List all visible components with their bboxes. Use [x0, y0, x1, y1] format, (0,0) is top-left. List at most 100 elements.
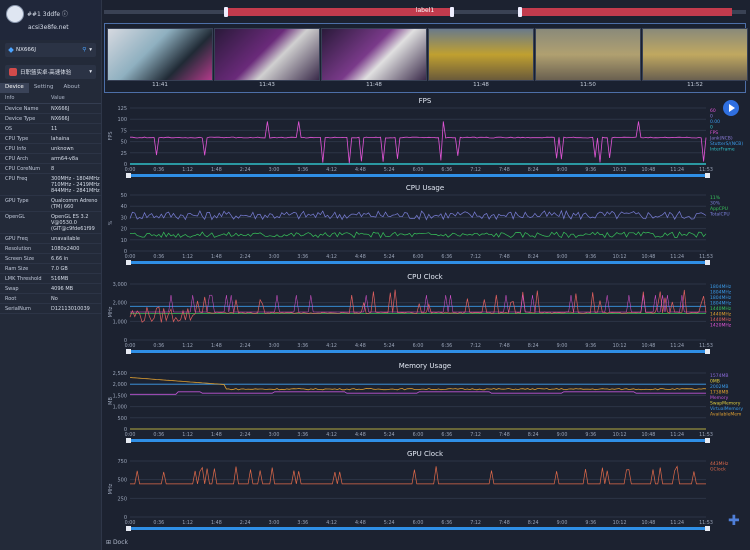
info-row: CPU Type lahaina: [0, 134, 101, 144]
app-selector[interactable]: 日职篮实卓·高速体验 ▾: [5, 65, 96, 79]
tab-about[interactable]: About: [59, 83, 85, 93]
legend-item[interactable]: 2002MB: [710, 384, 728, 390]
info-value: 516MB: [51, 275, 69, 282]
scroll-handle-right[interactable]: [705, 260, 710, 265]
info-key: Screen Size: [5, 255, 35, 262]
dock-label[interactable]: ⊞ Dock: [106, 539, 128, 546]
legend-item[interactable]: 1440MHz: [710, 312, 732, 318]
screenshot-thumbnail[interactable]: [535, 28, 641, 81]
info-value: Qualcomm Adreno (TM) 660: [51, 197, 98, 210]
legend-item[interactable]: TotalCPU: [709, 212, 730, 218]
legend-item[interactable]: 443MHz: [710, 461, 729, 467]
link-icon[interactable]: ⚲: [82, 47, 86, 53]
legend-item[interactable]: Memory: [710, 395, 729, 401]
chart-scrollbar[interactable]: [130, 439, 706, 442]
info-key: GPU Type: [5, 197, 29, 204]
legend-item[interactable]: 30%: [710, 201, 721, 207]
legend-item[interactable]: 0.00: [710, 119, 720, 125]
x-tick-label: 7:48: [499, 254, 510, 260]
scroll-handle-left[interactable]: [126, 260, 131, 265]
legend-item[interactable]: SwapMemory: [710, 401, 741, 407]
legend-item[interactable]: AppCPU: [710, 206, 728, 212]
scroll-handle-left[interactable]: [126, 438, 131, 443]
chart-scrollbar[interactable]: [130, 527, 706, 530]
chart-plot[interactable]: 05001,0001,5002,0002,500MB0:00 0:36 1:12 1:…: [104, 362, 746, 448]
legend-item[interactable]: 1804MHz: [710, 301, 732, 307]
chart-plot[interactable]: 0250500750MHz0:00 0:36 1:12 1:48 2:24 3:00 3:3…: [104, 450, 746, 536]
series-totalcpu: [129, 209, 707, 221]
legend-item[interactable]: 0MB: [710, 379, 720, 385]
info-row: CPU Arch arm64-v8a: [0, 154, 101, 164]
legend-item[interactable]: 1574MB: [710, 373, 728, 379]
x-tick-label: 3:00: [269, 343, 280, 349]
x-tick-label: 1:48: [211, 520, 222, 526]
legend-item[interactable]: 1440MHz: [710, 317, 732, 323]
legend-item[interactable]: 1804MHz: [710, 284, 732, 290]
timeline-handle[interactable]: [450, 7, 454, 17]
scroll-handle-left[interactable]: [126, 526, 131, 531]
add-chart-icon[interactable]: ✚: [728, 513, 740, 529]
y-axis-label: MHz: [108, 306, 114, 317]
x-tick-label: 3:36: [297, 254, 308, 260]
legend-item[interactable]: Jank(NCB): [709, 136, 733, 142]
x-tick-label: 8:24: [528, 520, 539, 526]
chart-scrollbar[interactable]: [130, 261, 706, 264]
tab-device[interactable]: Device: [0, 83, 29, 93]
series-appcpu: [129, 231, 707, 239]
x-tick-label: 10:48: [641, 432, 655, 438]
legend-item[interactable]: VirtualMemory: [710, 406, 743, 412]
legend-item[interactable]: FPS: [710, 130, 718, 136]
x-tick-label: 5:24: [384, 432, 395, 438]
legend-item[interactable]: 1440MHz: [710, 306, 732, 312]
account-row[interactable]: ##1 3ddfe ⓘ: [6, 5, 95, 23]
device-selector[interactable]: NX666J ⚲ ▾: [5, 43, 96, 57]
x-tick-label: 10:12: [613, 432, 627, 438]
x-tick-label: 6:36: [441, 343, 452, 349]
x-tick-label: 6:00: [413, 254, 424, 260]
scroll-handle-left[interactable]: [126, 349, 131, 354]
legend-item[interactable]: 1738MB: [710, 390, 728, 396]
screenshot-thumbnail[interactable]: [321, 28, 427, 81]
legend-item[interactable]: 1804MHz: [710, 295, 732, 301]
legend-item[interactable]: 1420MHz: [710, 323, 732, 329]
scroll-handle-left[interactable]: [126, 173, 131, 178]
chart-scrollbar[interactable]: [130, 174, 706, 177]
info-row: Device Type NX666J: [0, 114, 101, 124]
chevron-down-icon[interactable]: ▾: [89, 47, 92, 53]
legend-item[interactable]: 60: [710, 108, 716, 114]
scroll-handle-right[interactable]: [705, 438, 710, 443]
legend-item[interactable]: AvailableMem: [710, 412, 741, 418]
scroll-handle-right[interactable]: [705, 526, 710, 531]
chart-scrollbar[interactable]: [130, 350, 706, 353]
screenshot-thumbnail[interactable]: [642, 28, 748, 81]
legend-item[interactable]: 0: [710, 125, 713, 131]
legend-item[interactable]: 0: [710, 114, 713, 120]
screenshot-thumbnail[interactable]: [107, 28, 213, 81]
app-name: 日职篮实卓·高速体验: [20, 70, 72, 76]
chart-plot[interactable]: 01020304050%0:00 0:36 1:12 1:48 2:24 3:00 3:36…: [104, 184, 746, 270]
chevron-down-icon[interactable]: ▾: [89, 69, 92, 75]
timeline-bar[interactable]: label1: [104, 5, 746, 19]
timeline-segment[interactable]: [522, 8, 732, 16]
legend-item[interactable]: 1804MHz: [710, 290, 732, 296]
screenshot-thumbnail[interactable]: [428, 28, 534, 81]
chart-plot[interactable]: 01,0002,0003,000MHz0:00 0:36 1:12 1:48 2:24 3…: [104, 273, 746, 359]
info-value: 300MHz - 1804MHz 710MHz - 2419MHz 844MHz…: [51, 175, 100, 194]
scroll-handle-right[interactable]: [705, 173, 710, 178]
x-tick-label: 0:36: [153, 343, 164, 349]
avatar[interactable]: [6, 5, 24, 23]
info-key: Device Name: [5, 105, 39, 112]
legend-item[interactable]: 11%: [710, 195, 721, 201]
scroll-handle-right[interactable]: [705, 349, 710, 354]
screenshot-thumbnail[interactable]: [214, 28, 320, 81]
timeline-handle[interactable]: [518, 7, 522, 17]
tab-setting[interactable]: Setting: [29, 83, 59, 93]
legend-item[interactable]: GClock: [710, 467, 726, 473]
legend-item[interactable]: InterFrame: [710, 147, 735, 153]
y-tick-label: 20: [121, 227, 127, 233]
legend-item[interactable]: StutterS/(NCB): [710, 141, 743, 147]
chart-plot[interactable]: 0 25 50 75 100 125 FPS 0:00 0:36 1:12 1:48 2:24 3:00…: [104, 97, 746, 183]
y-tick-label: 1,500: [113, 393, 127, 399]
x-tick-label: 11:53: [699, 520, 713, 526]
timeline-handle[interactable]: [224, 7, 228, 17]
